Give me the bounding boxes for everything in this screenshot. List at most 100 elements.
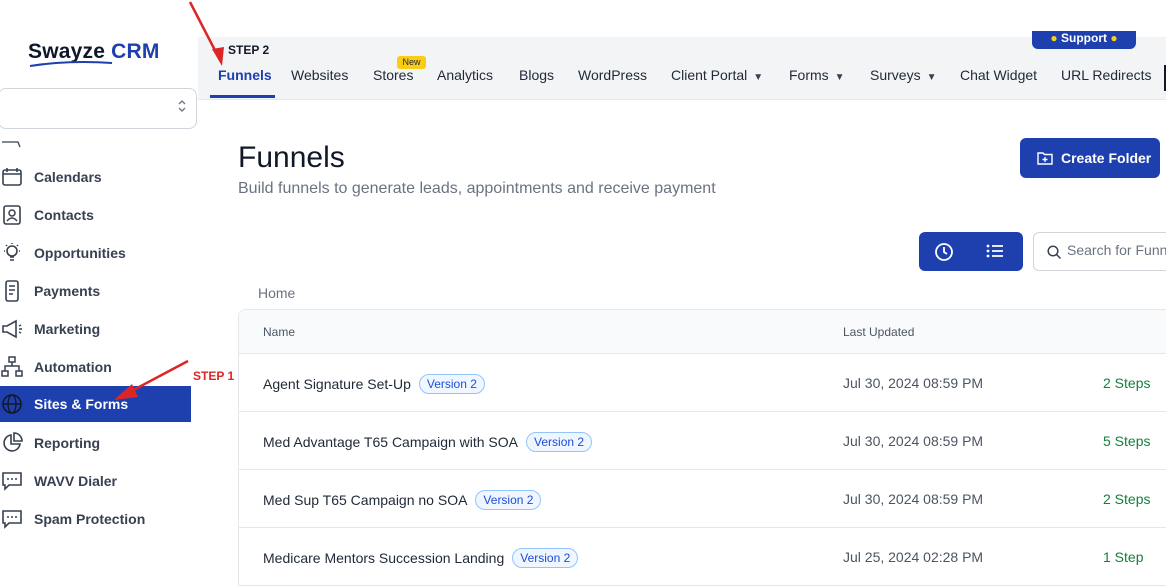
tab-blogs[interactable]: Blogs: [519, 67, 554, 83]
table-row[interactable]: Med Advantage T65 Campaign with SOA Versi…: [239, 412, 1166, 470]
lightbulb-icon: [0, 235, 34, 271]
sidebar-item-automation[interactable]: Automation: [0, 349, 191, 385]
list-icon: [986, 244, 1003, 258]
tab-label: Forms: [789, 67, 829, 83]
sidebar: Swayze CRM Calendars Contacts Opportunit…: [0, 0, 198, 586]
sidebar-item-opportunities[interactable]: Opportunities: [0, 235, 191, 271]
step-1-annotation: STEP 1: [193, 369, 235, 383]
table-header: Name Last Updated: [239, 310, 1166, 354]
scroll-cut-icon: [2, 141, 21, 148]
version-badge: Version 2: [475, 490, 542, 510]
funnel-name-text: Agent Signature Set-Up: [263, 376, 411, 392]
last-updated: Jul 30, 2024 08:59 PM: [843, 491, 984, 507]
tab-client-portal[interactable]: Client Portal ▼: [671, 67, 763, 83]
search-icon: [1047, 245, 1062, 260]
last-updated: Jul 30, 2024 08:59 PM: [843, 433, 984, 449]
tab-chat-widget[interactable]: Chat Widget: [960, 67, 1037, 83]
breadcrumb[interactable]: Home: [258, 285, 295, 301]
chevron-down-icon: ▼: [834, 72, 845, 83]
tab-label: Client Portal: [671, 67, 748, 83]
funnel-name-text: Med Sup T65 Campaign no SOA: [263, 492, 468, 508]
tab-label: Surveys: [870, 67, 921, 83]
sidebar-item-label: Spam Protection: [34, 511, 146, 527]
support-label: Support: [1061, 31, 1107, 45]
search-box: [1033, 232, 1166, 271]
folder-plus-icon: [1037, 152, 1053, 165]
recent-view-button[interactable]: [934, 242, 954, 267]
chat-icon: [0, 501, 34, 537]
funnel-name[interactable]: Med Sup T65 Campaign no SOA Version 2: [263, 490, 542, 510]
funnel-name-text: Med Advantage T65 Campaign with SOA: [263, 434, 519, 450]
version-badge: Version 2: [418, 374, 485, 394]
updown-chevron-icon: [178, 99, 186, 115]
page-title: Funnels: [238, 141, 345, 174]
pie-chart-icon: [0, 425, 34, 461]
tab-websites[interactable]: Websites: [291, 67, 348, 83]
funnels-table: Name Last Updated Agent Signature Set-Up…: [238, 309, 1166, 586]
location-switcher[interactable]: [0, 88, 197, 129]
search-input[interactable]: [1067, 242, 1166, 258]
workflow-icon: [0, 349, 34, 385]
steps-count: 1 Step: [1103, 549, 1144, 565]
chat-icon: [0, 463, 34, 499]
active-tab-indicator: [210, 95, 275, 98]
support-icon: ●: [1110, 31, 1118, 45]
sidebar-item-label: WAVV Dialer: [34, 473, 117, 489]
chevron-down-icon: ▼: [753, 72, 764, 83]
sidebar-item-payments[interactable]: Payments: [0, 273, 191, 309]
version-badge: Version 2: [512, 548, 579, 568]
sidebar-item-label: Marketing: [34, 321, 101, 337]
create-folder-label: Create Folder: [1061, 150, 1152, 166]
funnel-name[interactable]: Med Advantage T65 Campaign with SOA Versi…: [263, 432, 593, 452]
calendar-icon: [0, 159, 34, 195]
tab-stores[interactable]: Stores: [373, 67, 413, 83]
tab-url-redirects[interactable]: URL Redirects: [1061, 67, 1152, 83]
sidebar-item-reporting[interactable]: Reporting: [0, 425, 191, 461]
last-updated: Jul 25, 2024 02:28 PM: [843, 549, 984, 565]
page-subtitle: Build funnels to generate leads, appoint…: [238, 180, 716, 197]
support-icon: ●: [1050, 31, 1058, 45]
funnel-name[interactable]: Agent Signature Set-Up Version 2: [263, 374, 485, 394]
receipt-icon: [0, 273, 34, 309]
steps-count: 5 Steps: [1103, 433, 1151, 449]
last-updated: Jul 30, 2024 08:59 PM: [843, 375, 984, 391]
tab-surveys[interactable]: Surveys ▼: [870, 67, 936, 83]
table-row[interactable]: Medicare Mentors Succession Landing Versi…: [239, 528, 1166, 586]
table-row[interactable]: Agent Signature Set-Up Version 2 Jul 30, …: [239, 354, 1166, 412]
sidebar-item-calendars[interactable]: Calendars: [0, 159, 191, 195]
column-header-name[interactable]: Name: [263, 325, 295, 339]
version-badge: Version 2: [526, 432, 593, 452]
list-view-button[interactable]: [986, 243, 1004, 264]
tab-wordpress[interactable]: WordPress: [578, 67, 647, 83]
sidebar-item-label: Contacts: [34, 207, 94, 223]
create-folder-button[interactable]: Create Folder: [1020, 138, 1160, 178]
tab-funnels[interactable]: Funnels: [218, 67, 272, 83]
steps-count: 2 Steps: [1103, 491, 1151, 507]
top-nav: ● Support ● Funnels Websites New Stores …: [198, 31, 1166, 100]
chevron-down-icon: ▼: [926, 72, 937, 83]
sidebar-item-label: Automation: [34, 359, 112, 375]
sidebar-item-spam-protection[interactable]: Spam Protection: [0, 501, 191, 537]
tab-analytics[interactable]: Analytics: [437, 67, 493, 83]
sidebar-item-label: Opportunities: [34, 245, 126, 261]
logo-accent-text: CRM: [111, 40, 160, 63]
sidebar-item-label: Payments: [34, 283, 101, 299]
globe-icon: [0, 386, 34, 422]
support-button[interactable]: ● Support ●: [1032, 31, 1136, 49]
funnel-name[interactable]: Medicare Mentors Succession Landing Versi…: [263, 548, 579, 568]
tab-forms[interactable]: Forms ▼: [789, 67, 845, 83]
sidebar-item-marketing[interactable]: Marketing: [0, 311, 191, 347]
table-row[interactable]: Med Sup T65 Campaign no SOA Version 2 Jul…: [239, 470, 1166, 528]
step-2-annotation: STEP 2: [228, 43, 270, 57]
funnel-name-text: Medicare Mentors Succession Landing: [263, 550, 505, 566]
clock-icon: [935, 243, 953, 261]
sidebar-item-label: Sites & Forms: [34, 396, 129, 412]
logo-swoosh-icon: [29, 61, 113, 67]
column-header-last-updated[interactable]: Last Updated: [843, 325, 914, 339]
sidebar-item-wavv-dialer[interactable]: WAVV Dialer: [0, 463, 191, 499]
sidebar-item-contacts[interactable]: Contacts: [0, 197, 191, 233]
view-toggle: [919, 232, 1023, 271]
sidebar-item-label: Calendars: [34, 169, 102, 185]
megaphone-icon: [0, 311, 34, 347]
sidebar-item-sites-forms[interactable]: Sites & Forms: [0, 386, 191, 422]
